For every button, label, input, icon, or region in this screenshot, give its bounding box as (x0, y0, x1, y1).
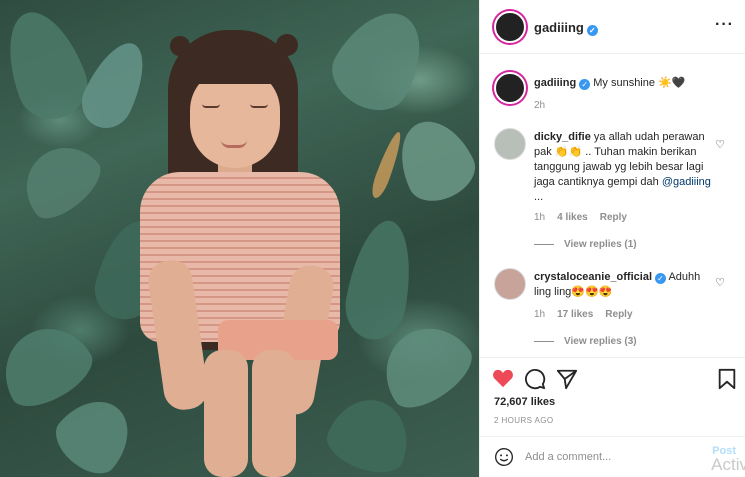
eye (250, 104, 268, 108)
eye (202, 104, 220, 108)
caption-time[interactable]: 2h (534, 100, 545, 111)
caption: gadiiing ✓ My sunshine ☀️🖤 (534, 76, 734, 91)
comment-like-icon[interactable]: ♡ (715, 276, 725, 289)
leaf-shape (386, 108, 479, 212)
emoji-icon[interactable] (494, 447, 514, 467)
divider-line (534, 243, 554, 245)
post-username[interactable]: gadiiing ✓ (534, 20, 598, 36)
windows-activation-overlay: Activ (711, 455, 745, 474)
comment: dicky_difie ya allah udah perawan pak 👏👏… (534, 130, 712, 205)
caption-text: My sunshine ☀️🖤 (593, 77, 686, 89)
comment-likes[interactable]: 4 likes (557, 212, 588, 223)
post-photo[interactable] (0, 0, 479, 477)
hair-bun (170, 36, 190, 56)
divider-line (534, 340, 554, 342)
post-header: gadiiing ✓ ··· (480, 0, 745, 54)
action-bar (480, 357, 745, 401)
verified-icon: ✓ (579, 79, 591, 90)
heart-icon[interactable] (492, 368, 514, 388)
comment-username[interactable]: dicky_difie (534, 131, 591, 143)
comment-time[interactable]: 1h (534, 212, 545, 223)
avatar[interactable] (494, 11, 526, 43)
flower-stem (368, 129, 406, 201)
comment-avatar[interactable] (494, 268, 526, 300)
comment-likes[interactable]: 17 likes (557, 309, 593, 320)
comment-time[interactable]: 1h (534, 309, 545, 320)
verified-icon: ✓ (655, 273, 667, 284)
comment-meta: 1h 4 likes Reply (534, 212, 639, 223)
comment-username[interactable]: crystaloceanie_official (534, 271, 652, 283)
reply-button[interactable]: Reply (605, 309, 632, 320)
comment-suffix: ... (534, 191, 544, 203)
right-leg (252, 350, 296, 477)
leaf-shape (45, 385, 145, 477)
leaf-shape (320, 0, 440, 124)
post-sidebar: gadiiing ✓ ··· gadiiing ✓ My sunshine ☀️🖤 … (479, 0, 745, 477)
comment-composer: Add a comment... Post Activ (480, 436, 745, 477)
comment-meta: 1h 17 likes Reply (534, 309, 645, 320)
comment-like-icon[interactable]: ♡ (715, 138, 725, 151)
hair-bun (276, 34, 298, 56)
reply-button[interactable]: Reply (600, 212, 627, 223)
like-count[interactable]: 72,607 likes (494, 396, 555, 408)
bangs (186, 44, 284, 84)
verified-icon: ✓ (586, 25, 598, 36)
leaf-shape (10, 131, 110, 229)
comment-avatar[interactable] (494, 128, 526, 160)
post-time[interactable]: 2 HOURS AGO (494, 416, 554, 425)
comment-icon[interactable] (524, 368, 546, 390)
caption-username[interactable]: gadiiing (534, 77, 576, 89)
more-icon[interactable]: ··· (715, 16, 734, 34)
leaf-shape (0, 312, 102, 418)
smile (221, 140, 247, 148)
view-replies-button[interactable]: View replies (1) (534, 239, 637, 250)
share-icon[interactable] (556, 368, 578, 390)
mention-link[interactable]: @gadiiing (662, 176, 711, 188)
bookmark-icon[interactable] (717, 368, 737, 390)
leaf-shape (340, 215, 420, 345)
view-replies-button[interactable]: View replies (3) (534, 336, 637, 347)
comment-input[interactable]: Add a comment... (525, 451, 611, 463)
avatar[interactable] (494, 72, 526, 104)
comment: crystaloceanie_official ✓ Aduhh ling ling… (534, 270, 712, 300)
left-leg (204, 350, 248, 477)
